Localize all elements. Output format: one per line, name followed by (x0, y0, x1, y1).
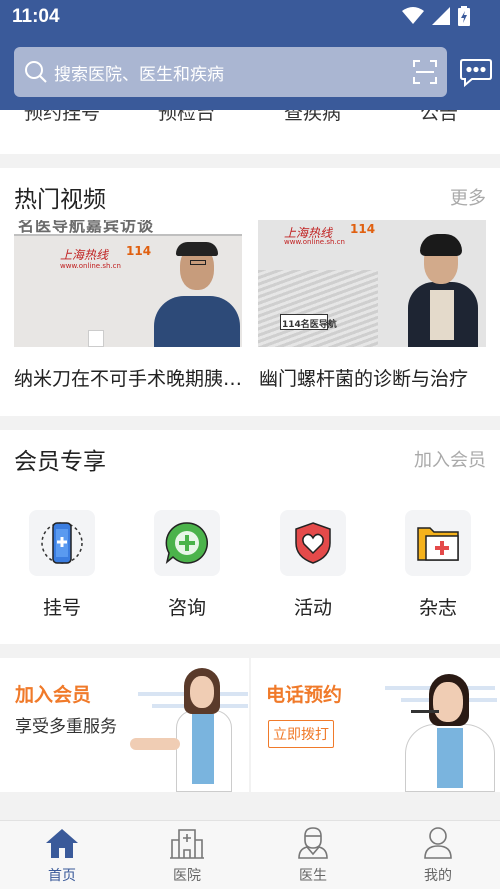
tab-label: 我的 (424, 868, 452, 884)
user-icon (424, 827, 452, 859)
phone-plus-icon (41, 522, 83, 564)
quick-links: 预约挂号 预检台 查疾病 公告 (0, 110, 500, 154)
video-caption[interactable]: 幽门螺杆菌的诊断与治疗 (259, 364, 489, 391)
quick-link-disease[interactable]: 查疾病 (284, 110, 341, 125)
quick-link-notice[interactable]: 公告 (420, 110, 458, 125)
join-member-banner[interactable]: 加入会员 享受多重服务 (0, 658, 249, 792)
member-section: 会员专享 加入会员 挂号 咨询 活动 杂志 (0, 430, 500, 644)
home-icon (46, 829, 78, 858)
site-text: www.online.sh.cn (284, 238, 345, 246)
join-member-link[interactable]: 加入会员 (414, 446, 486, 472)
video-thumbnail[interactable]: 上海热线 114 www.online.sh.cn 114名医导航 (258, 220, 486, 347)
bottom-tab-bar: 首页 医院 医生 我的 (0, 820, 500, 889)
logo-text: 上海热线 (60, 248, 109, 262)
tab-mine[interactable]: 我的 (403, 827, 473, 885)
member-item-label: 咨询 (167, 597, 206, 619)
phone-booking-banner[interactable]: 电话预约 立即拨打 (251, 658, 500, 792)
tab-label: 医生 (299, 868, 327, 884)
status-bar: 11:04 (0, 0, 500, 34)
chat-plus-icon (165, 522, 209, 564)
video-thumbnail[interactable]: 名医导航嘉宾访谈 上海热线 114 www.online.sh.cn (14, 220, 242, 347)
person-figure (154, 296, 240, 347)
battery-icon (458, 6, 470, 26)
scan-icon[interactable] (413, 60, 437, 84)
promo-subtitle: 享受多重服务 (15, 717, 117, 737)
tab-label: 首页 (48, 868, 76, 884)
video-banner-text: 名医导航嘉宾访谈 (18, 220, 155, 235)
member-item-register[interactable]: 挂号 (29, 510, 97, 619)
member-item-label: 活动 (293, 597, 332, 619)
tab-hospital[interactable]: 医院 (152, 827, 222, 885)
tab-label: 医院 (173, 868, 201, 884)
sign-text: 114名医导航 (282, 320, 337, 330)
search-icon (25, 61, 47, 83)
tab-doctor[interactable]: 医生 (278, 827, 348, 885)
member-item-magazine[interactable]: 杂志 (405, 510, 473, 619)
doctor-illustration (120, 666, 248, 792)
operator-illustration (371, 666, 497, 792)
promo-title: 电话预约 (266, 684, 343, 706)
doctor-icon (298, 827, 328, 859)
member-item-label: 杂志 (418, 597, 457, 619)
section-title: 热门视频 (14, 187, 106, 213)
hospital-icon (170, 829, 204, 859)
promo-title: 加入会员 (15, 684, 92, 706)
search-placeholder[interactable]: 搜索医院、医生和疾病 (54, 60, 224, 85)
section-title: 会员专享 (14, 449, 106, 475)
signal-icon (432, 7, 450, 25)
more-link[interactable]: 更多 (450, 184, 486, 210)
message-icon[interactable] (460, 58, 492, 88)
tab-home[interactable]: 首页 (27, 827, 97, 885)
heart-shield-icon (295, 522, 331, 564)
member-item-label: 挂号 (42, 597, 81, 619)
hot-videos-section: 热门视频 更多 名医导航嘉宾访谈 上海热线 114 www.online.sh.… (0, 168, 500, 416)
folder-cross-icon (417, 527, 459, 561)
badge-text: 114 (126, 244, 152, 258)
quick-link-appointment[interactable]: 预约挂号 (24, 110, 100, 125)
video-caption[interactable]: 纳米刀在不可手术晚期胰腺癌中的应用 (14, 364, 244, 391)
header: 搜索医院、医生和疾病 (0, 34, 500, 110)
wifi-icon (402, 7, 424, 24)
call-now-button[interactable]: 立即拨打 (268, 720, 334, 748)
member-item-consult[interactable]: 咨询 (154, 510, 222, 619)
status-time: 11:04 (12, 6, 60, 27)
search-bar[interactable]: 搜索医院、医生和疾病 (14, 47, 447, 97)
member-item-activity[interactable]: 活动 (280, 510, 348, 619)
quick-link-triage[interactable]: 预检台 (158, 110, 215, 125)
badge-text: 114 (350, 222, 376, 236)
site-text: www.online.sh.cn (60, 262, 121, 270)
